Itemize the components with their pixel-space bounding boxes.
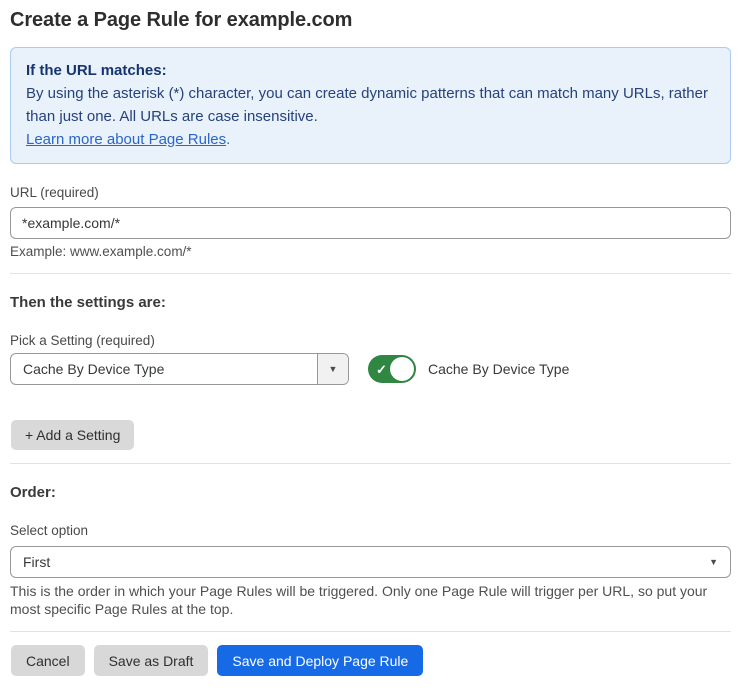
order-section-heading: Order:: [10, 484, 731, 502]
info-box-link-line: Learn more about Page Rules.: [26, 128, 715, 151]
save-as-draft-button[interactable]: Save as Draft: [94, 645, 209, 676]
cancel-button[interactable]: Cancel: [11, 645, 85, 676]
toggle-label: Cache By Device Type: [428, 361, 569, 377]
url-example-helper: Example: www.example.com/*: [10, 244, 731, 260]
chevron-down-icon: ▼: [709, 558, 718, 567]
check-icon: ✓: [376, 363, 387, 376]
action-buttons-row: Cancel Save as Draft Save and Deploy Pag…: [11, 645, 731, 676]
order-select-arrow: ▼: [709, 547, 730, 577]
divider: [10, 273, 731, 274]
link-period: .: [226, 131, 230, 148]
page-rule-form: Create a Page Rule for example.com If th…: [0, 0, 750, 676]
setting-select-arrow-button[interactable]: ▼: [317, 354, 348, 384]
cache-device-toggle[interactable]: ✓: [368, 355, 416, 383]
add-setting-button[interactable]: + Add a Setting: [11, 420, 134, 450]
save-and-deploy-button[interactable]: Save and Deploy Page Rule: [217, 645, 423, 676]
learn-more-link[interactable]: Learn more about Page Rules: [26, 131, 226, 148]
info-box-body: By using the asterisk (*) character, you…: [26, 82, 715, 128]
url-field-label: URL (required): [10, 185, 731, 201]
order-helper-text: This is the order in which your Page Rul…: [10, 582, 731, 618]
order-select-label: Select option: [10, 523, 731, 539]
divider: [10, 631, 731, 632]
info-box-heading: If the URL matches:: [26, 59, 715, 82]
toggle-knob: [390, 357, 414, 381]
url-match-info-box: If the URL matches: By using the asteris…: [10, 47, 731, 164]
url-input[interactable]: [10, 207, 731, 239]
page-title: Create a Page Rule for example.com: [10, 8, 731, 32]
order-select[interactable]: First ▼: [10, 546, 731, 578]
setting-row: Cache By Device Type ▼ ✓ Cache By Device…: [10, 353, 731, 385]
order-select-value: First: [11, 547, 709, 577]
divider: [10, 463, 731, 464]
setting-select-value: Cache By Device Type: [11, 354, 317, 384]
chevron-down-icon: ▼: [329, 365, 338, 374]
pick-setting-label: Pick a Setting (required): [10, 333, 731, 349]
settings-section-heading: Then the settings are:: [10, 294, 731, 312]
setting-select[interactable]: Cache By Device Type ▼: [10, 353, 349, 385]
